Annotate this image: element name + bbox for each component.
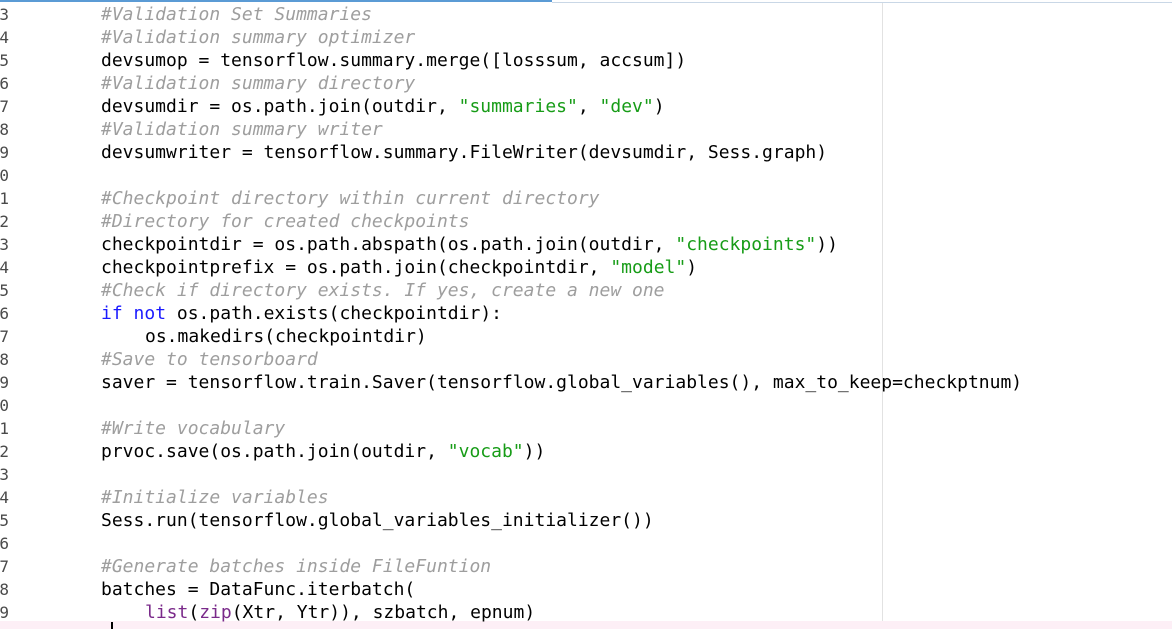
code-line[interactable]: if not os.path.exists(checkpointdir): (101, 302, 502, 325)
code-line[interactable]: #Checkpoint directory within current dir… (101, 187, 600, 210)
code-line[interactable]: #Validation summary directory (101, 72, 415, 95)
code-line[interactable]: devsumdir = os.path.join(outdir, "summar… (101, 95, 665, 118)
code-token: checkpointprefix = os.path.join(checkpoi… (101, 257, 611, 278)
code-line[interactable]: checkpointdir = os.path.abspath(os.path.… (101, 233, 838, 256)
code-comment: #Validation Set Summaries (101, 4, 372, 25)
code-comment: #Check if directory exists. If yes, crea… (101, 280, 665, 301)
code-token: os.makedirs(checkpointdir) (145, 326, 427, 347)
code-comment: #Directory for created checkpoints (101, 211, 470, 232)
code-token: devsumdir = os.path.join(outdir, (101, 96, 459, 117)
code-line[interactable]: checkpointprefix = os.path.join(checkpoi… (101, 256, 697, 279)
code-token: )) (816, 234, 838, 255)
string-literal: "model" (610, 257, 687, 278)
code-line[interactable]: #Validation Set Summaries (101, 3, 372, 26)
code-line[interactable]: saver = tensorflow.train.Saver(tensorflo… (101, 371, 1022, 394)
code-comment: #Validation summary writer (101, 119, 383, 140)
code-line[interactable]: devsumwriter = tensorflow.summary.FileWr… (101, 141, 827, 164)
code-token: Sess.run(tensorflow.global_variables_ini… (101, 510, 654, 531)
string-literal: "summaries" (458, 96, 578, 117)
code-token: batches = DataFunc.iterbatch( (101, 579, 416, 600)
code-token: ) (686, 257, 698, 278)
code-line[interactable]: #Validation summary writer (101, 118, 383, 141)
code-line[interactable]: #Generate batches inside FileFuntion (101, 555, 491, 578)
string-literal: "vocab" (447, 441, 524, 462)
string-literal: "dev" (599, 96, 654, 117)
code-line[interactable]: devsumop = tensorflow.summary.merge([los… (101, 49, 686, 72)
code-area[interactable]: #Validation Set Summaries #Validation sum… (0, 3, 1172, 629)
code-line[interactable]: #Initialize variables (101, 486, 329, 509)
code-token: )) (523, 441, 546, 462)
code-token: devsumop = tensorflow.summary.merge([los… (101, 50, 687, 71)
string-literal: "checkpoints" (675, 234, 817, 255)
code-line[interactable]: #Check if directory exists. If yes, crea… (101, 279, 665, 302)
code-token: ( (188, 602, 200, 623)
code-comment: #Save to tensorboard (101, 349, 318, 370)
code-editor[interactable]: 345678901234567890123456789 #Validation … (0, 0, 1172, 629)
code-comment: #Validation summary directory (101, 73, 416, 94)
keyword: not (133, 303, 167, 324)
code-line[interactable]: #Save to tensorboard (101, 348, 318, 371)
code-token: os.path.exists(checkpointdir): (166, 303, 502, 324)
code-line[interactable]: os.makedirs(checkpointdir) (145, 325, 427, 348)
code-line[interactable]: batches = DataFunc.iterbatch( (101, 578, 415, 601)
code-line[interactable]: prvoc.save(os.path.join(outdir, "vocab")… (101, 440, 545, 463)
code-line[interactable]: #Validation summary optimizer (101, 26, 415, 49)
code-line[interactable]: #Directory for created checkpoints (101, 210, 469, 233)
code-line[interactable]: list(zip(Xtr, Ytr)), szbatch, epnum) (145, 601, 535, 624)
code-comment: #Checkpoint directory within current dir… (101, 188, 600, 209)
code-comment: #Generate batches inside FileFuntion (101, 556, 492, 577)
code-line[interactable]: Sess.run(tensorflow.global_variables_ini… (101, 509, 654, 532)
editor-top-border (0, 0, 552, 2)
code-comment: #Write vocabulary (101, 418, 286, 439)
code-token: saver = tensorflow.train.Saver(tensorflo… (101, 372, 1023, 393)
builtin-name: list (145, 602, 189, 623)
code-comment: #Initialize variables (101, 487, 329, 508)
code-token: devsumwriter = tensorflow.summary.FileWr… (101, 142, 828, 163)
keyword: if (101, 303, 123, 324)
code-token: prvoc.save(os.path.join(outdir, (101, 441, 448, 462)
code-token: ) (653, 96, 665, 117)
code-token: checkpointdir = os.path.abspath(os.path.… (101, 234, 676, 255)
builtin-name: zip (199, 602, 232, 623)
code-line[interactable]: #Write vocabulary (101, 417, 285, 440)
code-token: (Xtr, Ytr)), szbatch, epnum) (231, 602, 536, 623)
code-comment: #Validation summary optimizer (101, 27, 416, 48)
code-token: , (577, 96, 600, 117)
